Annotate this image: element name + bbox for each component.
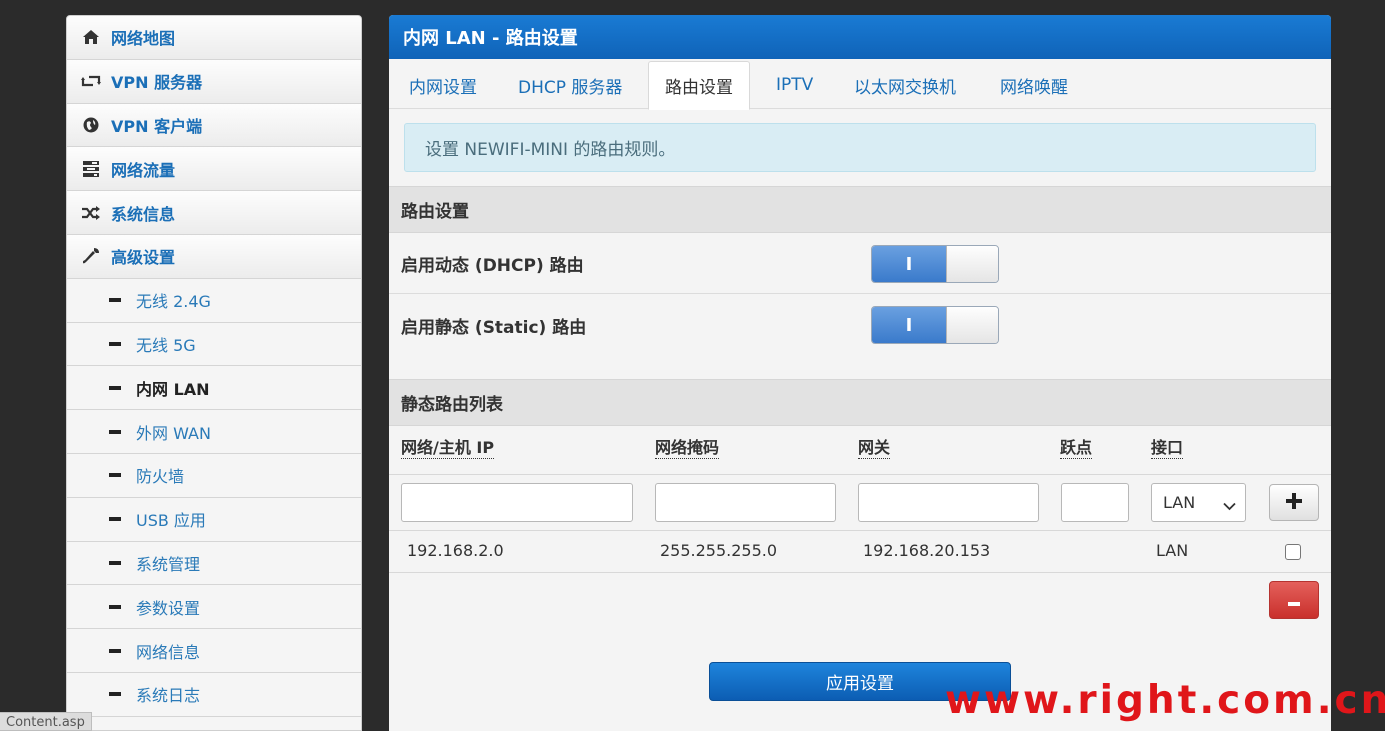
column-header-mask[interactable]: 网络掩码 xyxy=(655,438,720,459)
sidebar-subitem-label: 防火墙 xyxy=(136,467,185,487)
retweet-icon xyxy=(81,71,101,91)
sidebar-subitem-wan[interactable]: 外网 WAN xyxy=(67,410,361,454)
divider xyxy=(389,530,1331,531)
sidebar-item-label: 系统信息 xyxy=(111,204,176,224)
sidebar-item-label: 网络流量 xyxy=(111,160,176,180)
toggle-off-side xyxy=(946,307,998,343)
tab-iptv[interactable]: IPTV xyxy=(776,61,813,109)
watermark-text: www.right.com.cn xyxy=(945,678,1385,723)
sidebar-menu: 网络地图 VPN 服务器 VPN 客户端 网络流量 系统信息 高级设置 无线 2… xyxy=(66,15,362,731)
row-static-routing: 启用静态 (Static) 路由 I xyxy=(389,295,1331,355)
delete-route-button[interactable] xyxy=(1269,581,1319,619)
minus-icon xyxy=(109,604,121,609)
row-label: 启用静态 (Static) 路由 xyxy=(401,317,587,338)
route-gateway-cell: 192.168.20.153 xyxy=(863,541,991,560)
sidebar-subitem-admin[interactable]: 系统管理 xyxy=(67,541,361,586)
toggle-dhcp-routing[interactable]: I xyxy=(871,245,999,283)
toggle-on-side: I xyxy=(872,307,946,343)
route-mask-cell: 255.255.255.0 xyxy=(660,541,778,560)
sidebar-subitem-label: 网络信息 xyxy=(136,642,201,662)
column-header-interface[interactable]: 接口 xyxy=(1151,438,1184,459)
sidebar-subitem-lan[interactable]: 内网 LAN xyxy=(67,366,361,411)
sidebar-item-vpn-client[interactable]: VPN 客户端 xyxy=(67,103,361,148)
tab-wake-on-lan[interactable]: 网络唤醒 xyxy=(1000,61,1068,109)
random-icon xyxy=(81,203,101,223)
ip-input[interactable] xyxy=(401,483,633,522)
column-header-metric[interactable]: 跃点 xyxy=(1060,438,1093,459)
sidebar-subitem-label: 系统管理 xyxy=(136,554,201,574)
chevron-down-icon xyxy=(1223,496,1236,515)
sidebar-subitem-label: 内网 LAN xyxy=(136,379,210,399)
minus-icon xyxy=(109,341,121,346)
minus-icon xyxy=(1288,591,1300,610)
sidebar-subitem-label: 系统日志 xyxy=(136,686,201,706)
globe-icon xyxy=(81,115,101,135)
column-header-ip[interactable]: 网络/主机 IP xyxy=(401,438,495,459)
tab-route-settings[interactable]: 路由设置 xyxy=(648,61,750,110)
sidebar-subitem-firewall[interactable]: 防火墙 xyxy=(67,453,361,498)
toggle-on-side: I xyxy=(872,246,946,282)
status-bar-url: Content.asp xyxy=(0,712,92,731)
minus-icon xyxy=(109,385,121,390)
sidebar-item-network-map[interactable]: 网络地图 xyxy=(67,16,361,60)
sidebar-item-vpn-server[interactable]: VPN 服务器 xyxy=(67,59,361,104)
page-title: 内网 LAN - 路由设置 xyxy=(389,15,1331,59)
sidebar-subitem-label: 参数设置 xyxy=(136,598,201,618)
sidebar-subitem-wireless-5g[interactable]: 无线 5G xyxy=(67,322,361,367)
sidebar-subitem-wireless-24g[interactable]: 无线 2.4G xyxy=(67,278,361,323)
tab-dhcp-server[interactable]: DHCP 服务器 xyxy=(518,61,622,109)
netmask-input[interactable] xyxy=(655,483,836,522)
divider xyxy=(389,474,1331,475)
sidebar-subitem-params[interactable]: 参数设置 xyxy=(67,585,361,630)
info-alert: 设置 NEWIFI-MINI 的路由规则。 xyxy=(404,123,1316,172)
plus-icon xyxy=(1286,492,1302,513)
section-header-route-settings: 路由设置 xyxy=(389,186,1331,233)
minus-icon xyxy=(109,560,121,565)
home-icon xyxy=(81,27,101,47)
minus-icon xyxy=(109,473,121,478)
sidebar-subitem-netinfo[interactable]: 网络信息 xyxy=(67,629,361,673)
interface-select[interactable]: LAN xyxy=(1151,483,1246,522)
sidebar-subitem-label: 无线 5G xyxy=(136,335,196,355)
sidebar-item-advanced[interactable]: 高级设置 xyxy=(67,234,361,279)
add-route-button[interactable] xyxy=(1269,484,1319,521)
sidebar-item-label: VPN 服务器 xyxy=(111,73,203,93)
minus-icon xyxy=(109,648,121,653)
row-dhcp-routing: 启用动态 (DHCP) 路由 I xyxy=(389,234,1331,294)
route-select-checkbox[interactable] xyxy=(1285,544,1301,560)
tasks-icon xyxy=(81,159,101,179)
minus-icon xyxy=(109,692,121,697)
gateway-input[interactable] xyxy=(858,483,1039,522)
minus-icon xyxy=(109,298,121,303)
route-ip-cell: 192.168.2.0 xyxy=(407,541,504,560)
wrench-icon xyxy=(81,246,101,266)
minus-icon xyxy=(109,517,121,522)
divider xyxy=(389,572,1331,573)
toggle-off-side xyxy=(946,246,998,282)
main-panel: 内网 LAN - 路由设置 内网设置 DHCP 服务器 路由设置 IPTV 以太… xyxy=(389,15,1331,731)
sidebar-subitem-label: USB 应用 xyxy=(136,511,206,531)
sidebar-item-traffic[interactable]: 网络流量 xyxy=(67,147,361,192)
tab-bar: 内网设置 DHCP 服务器 路由设置 IPTV 以太网交换机 网络唤醒 xyxy=(389,59,1331,110)
row-label: 启用动态 (DHCP) 路由 xyxy=(401,256,584,276)
sidebar-item-system-info[interactable]: 系统信息 xyxy=(67,191,361,235)
column-header-gateway[interactable]: 网关 xyxy=(858,438,891,459)
metric-input[interactable] xyxy=(1061,483,1129,522)
sidebar-subitem-label: 外网 WAN xyxy=(136,423,211,443)
sidebar-subitem-usb[interactable]: USB 应用 xyxy=(67,497,361,542)
toggle-static-routing[interactable]: I xyxy=(871,306,999,344)
sidebar-item-label: 高级设置 xyxy=(111,248,176,268)
tab-ethernet-switch[interactable]: 以太网交换机 xyxy=(854,61,956,109)
route-interface-cell: LAN xyxy=(1156,541,1189,560)
minus-icon xyxy=(109,429,121,434)
section-header-static-routes: 静态路由列表 xyxy=(389,379,1331,426)
interface-select-value: LAN xyxy=(1163,493,1196,512)
sidebar-subitem-syslog[interactable]: 系统日志 xyxy=(67,672,361,717)
sidebar-item-label: 网络地图 xyxy=(111,29,176,49)
tab-lan-settings[interactable]: 内网设置 xyxy=(409,61,477,109)
sidebar-subitem-label: 无线 2.4G xyxy=(136,292,211,312)
sidebar-item-label: VPN 客户端 xyxy=(111,116,203,136)
